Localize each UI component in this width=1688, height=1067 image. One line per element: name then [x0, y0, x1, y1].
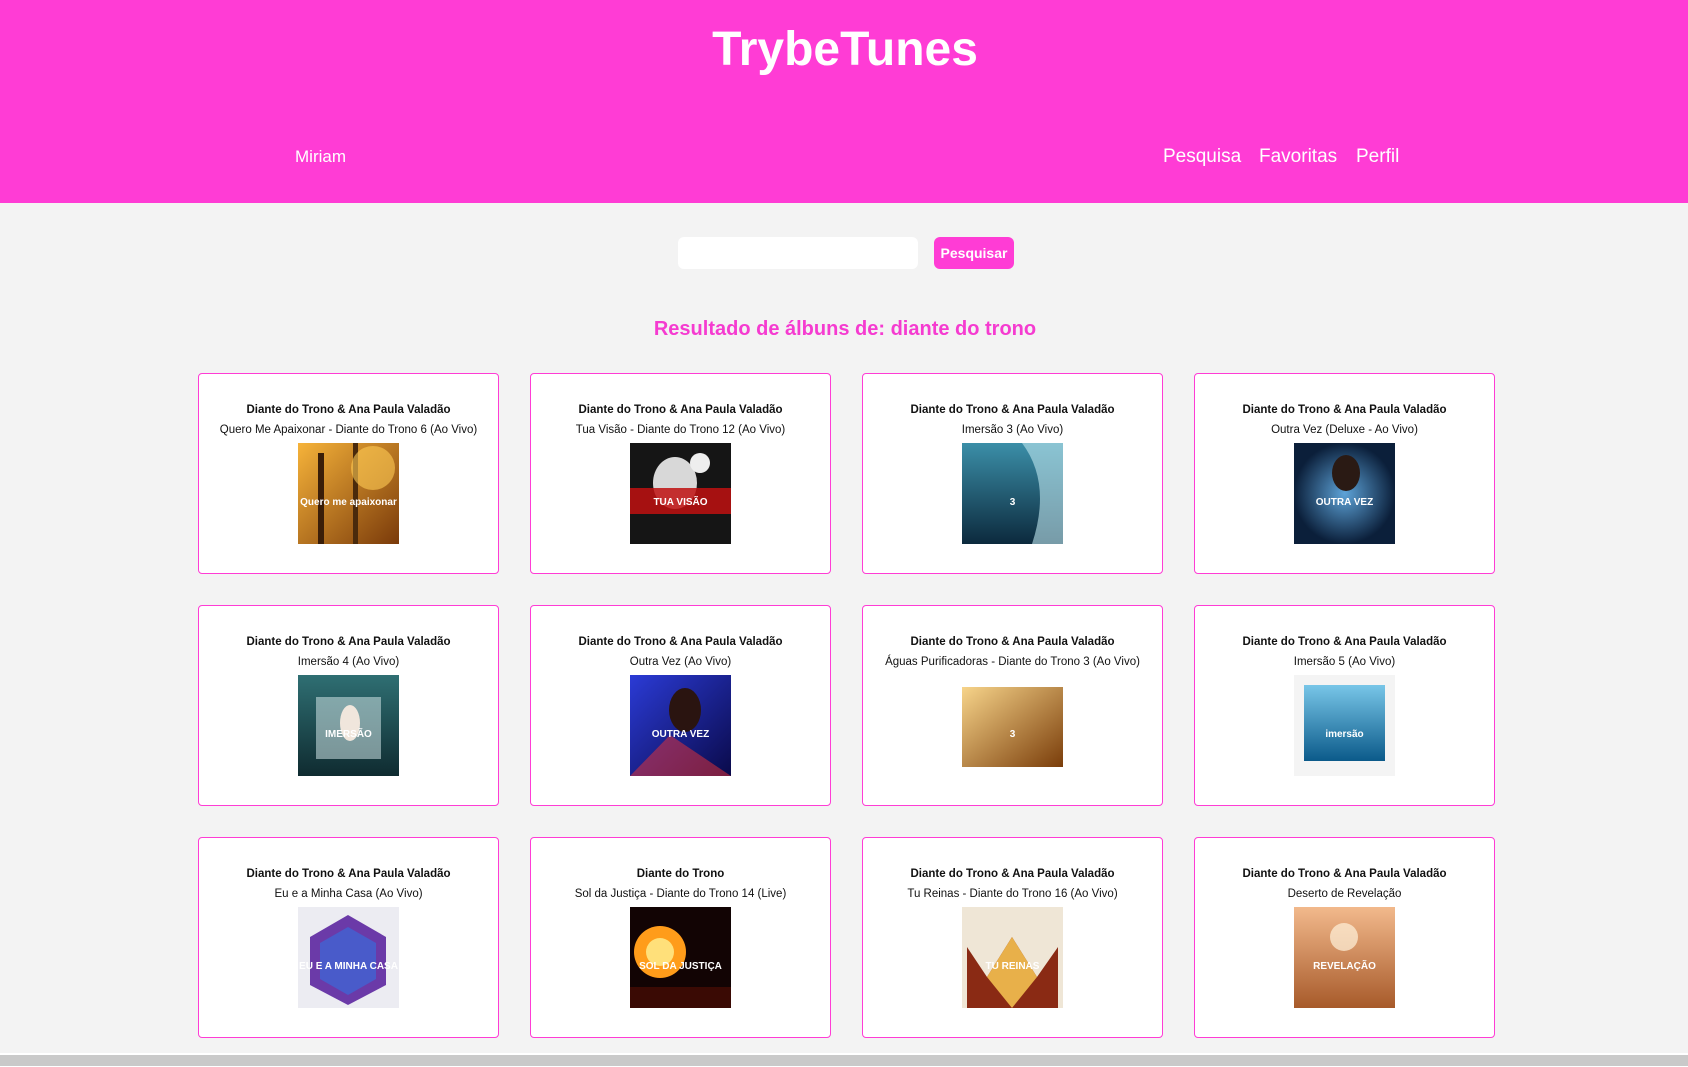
album-cover-image: OUTRA VEZ	[1294, 443, 1395, 544]
album-cover-text: OUTRA VEZ	[1316, 497, 1373, 508]
album-artist: Diante do Trono & Ana Paula Valadão	[910, 636, 1115, 648]
album-cover-text: TU REINAS	[986, 961, 1040, 972]
album-cover-image: REVELAÇÃO	[1294, 907, 1395, 1008]
album-card[interactable]: Diante do Trono & Ana Paula Valadão Imers…	[862, 373, 1163, 574]
album-card[interactable]: Diante do Trono & Ana Paula Valadão Imers…	[1194, 605, 1495, 806]
artist-search-input[interactable]	[678, 237, 918, 269]
album-cover-image: TUA VISÃO	[630, 443, 731, 544]
album-artist: Diante do Trono & Ana Paula Valadão	[246, 636, 451, 648]
album-cover-text: EU E A MINHA CASA	[299, 961, 398, 972]
album-artist: Diante do Trono & Ana Paula Valadão	[578, 404, 783, 416]
album-card[interactable]: Diante do Trono & Ana Paula Valadão Outra…	[1194, 373, 1495, 574]
album-cover-water: IMERSÃO	[298, 675, 399, 776]
album-artist: Diante do Trono & Ana Paula Valadão	[910, 868, 1115, 880]
album-card[interactable]: Diante do Trono & Ana Paula Valadão Quero…	[198, 373, 499, 574]
album-title: Imersão 3 (Ao Vivo)	[961, 424, 1064, 436]
album-title: Outra Vez (Ao Vivo)	[629, 656, 732, 668]
album-cover-red-singer: TUA VISÃO	[630, 443, 731, 544]
nav-link-profile[interactable]: Perfil	[1356, 146, 1399, 168]
album-title: Sol da Justiça - Diante do Trono 14 (Liv…	[574, 888, 787, 900]
album-cover-ocean: 3	[962, 443, 1063, 544]
album-card[interactable]: Diante do Trono & Ana Paula Valadão Águas…	[862, 605, 1163, 806]
album-cover-gold: 3	[962, 675, 1063, 776]
search-button[interactable]: Pesquisar	[934, 237, 1014, 269]
album-artist: Diante do Trono & Ana Paula Valadão	[246, 404, 451, 416]
user-name: Miriam	[295, 147, 346, 166]
album-cover-image: EU E A MINHA CASA	[298, 907, 399, 1008]
album-card[interactable]: Diante do Trono & Ana Paula Valadão Deser…	[1194, 837, 1495, 1038]
app-header: TrybeTunes Miriam Pesquisa Favoritas Per…	[0, 0, 1688, 203]
album-cover-text: IMERSÃO	[325, 727, 372, 740]
album-title: Imersão 5 (Ao Vivo)	[1293, 656, 1396, 668]
results-query: diante do trono	[890, 318, 1037, 340]
album-card[interactable]: Diante do Trono & Ana Paula Valadão Eu e …	[198, 837, 499, 1038]
album-card[interactable]: Diante do Trono & Ana Paula Valadão Tua V…	[530, 373, 831, 574]
album-artist: Diante do Trono & Ana Paula Valadão	[1242, 868, 1447, 880]
album-title: Tu Reinas - Diante do Trono 16 (Ao Vivo)	[907, 888, 1118, 900]
album-artist: Diante do Trono	[636, 868, 725, 880]
app-title: TrybeTunes	[712, 23, 978, 76]
horizontal-scrollbar-thumb[interactable]	[0, 1055, 1688, 1066]
album-card[interactable]: Diante do Trono & Ana Paula Valadão Imers…	[198, 605, 499, 806]
album-cover-text: OUTRA VEZ	[652, 729, 709, 740]
album-cover-text: TUA VISÃO	[653, 495, 707, 508]
album-artist: Diante do Trono & Ana Paula Valadão	[1242, 404, 1447, 416]
album-title: Águas Purificadoras - Diante do Trono 3 …	[885, 656, 1140, 668]
album-title: Imersão 4 (Ao Vivo)	[297, 656, 400, 668]
album-cover-text: imersão	[1325, 729, 1363, 740]
album-cover-sun: SOL DA JUSTIÇA	[630, 907, 731, 1008]
album-cover-stage: OUTRA VEZ	[630, 675, 731, 776]
album-cover-text: Quero me apaixonar	[300, 497, 397, 508]
album-cover-text: 3	[1010, 497, 1016, 508]
results-heading-prefix: Resultado de álbuns de:	[653, 318, 886, 340]
nav-link-search[interactable]: Pesquisa	[1163, 146, 1241, 168]
album-card[interactable]: Diante do Trono Sol da Justiça - Diante d…	[530, 837, 831, 1038]
album-card[interactable]: Diante do Trono & Ana Paula Valadão Outra…	[530, 605, 831, 806]
album-cover-image: IMERSÃO	[298, 675, 399, 776]
album-title: Outra Vez (Deluxe - Ao Vivo)	[1271, 424, 1418, 436]
album-artist: Diante do Trono & Ana Paula Valadão	[1242, 636, 1447, 648]
album-grid: Diante do Trono & Ana Paula Valadão Quero…	[198, 373, 1495, 1038]
album-title: Eu e a Minha Casa (Ao Vivo)	[274, 888, 423, 900]
album-title: Deserto de Revelação	[1287, 888, 1402, 900]
album-cover-image: imersão	[1294, 675, 1395, 776]
nav-link-favorites[interactable]: Favoritas	[1259, 146, 1337, 168]
album-artist: Diante do Trono & Ana Paula Valadão	[246, 868, 451, 880]
album-cover-wave: imersão	[1294, 675, 1395, 776]
album-cover-image: SOL DA JUSTIÇA	[630, 907, 731, 1008]
album-cover-desert: REVELAÇÃO	[1294, 907, 1395, 1008]
album-title: Quero Me Apaixonar - Diante do Trono 6 (…	[219, 424, 478, 436]
album-cover-image: Quero me apaixonar	[298, 443, 399, 544]
album-cover-image: 3	[962, 443, 1063, 544]
album-cover-text: REVELAÇÃO	[1313, 959, 1376, 972]
album-cover-image: 3	[962, 675, 1063, 776]
album-cover-autumn: Quero me apaixonar	[298, 443, 399, 544]
album-cover-text: SOL DA JUSTIÇA	[639, 961, 722, 972]
album-artist: Diante do Trono & Ana Paula Valadão	[910, 404, 1115, 416]
album-cover-blue-singer: OUTRA VEZ	[1294, 443, 1395, 544]
album-cover-image: OUTRA VEZ	[630, 675, 731, 776]
album-artist: Diante do Trono & Ana Paula Valadão	[578, 636, 783, 648]
album-cover-house: EU E A MINHA CASA	[298, 907, 399, 1008]
results-heading: Resultado de álbuns de: diante do trono	[0, 318, 1688, 341]
album-title: Tua Visão - Diante do Trono 12 (Ao Vivo)	[575, 424, 786, 436]
album-card[interactable]: Diante do Trono & Ana Paula Valadão Tu Re…	[862, 837, 1163, 1038]
album-cover-text: 3	[1010, 729, 1016, 740]
album-cover-crown: TU REINAS	[962, 907, 1063, 1008]
album-cover-image: TU REINAS	[962, 907, 1063, 1008]
